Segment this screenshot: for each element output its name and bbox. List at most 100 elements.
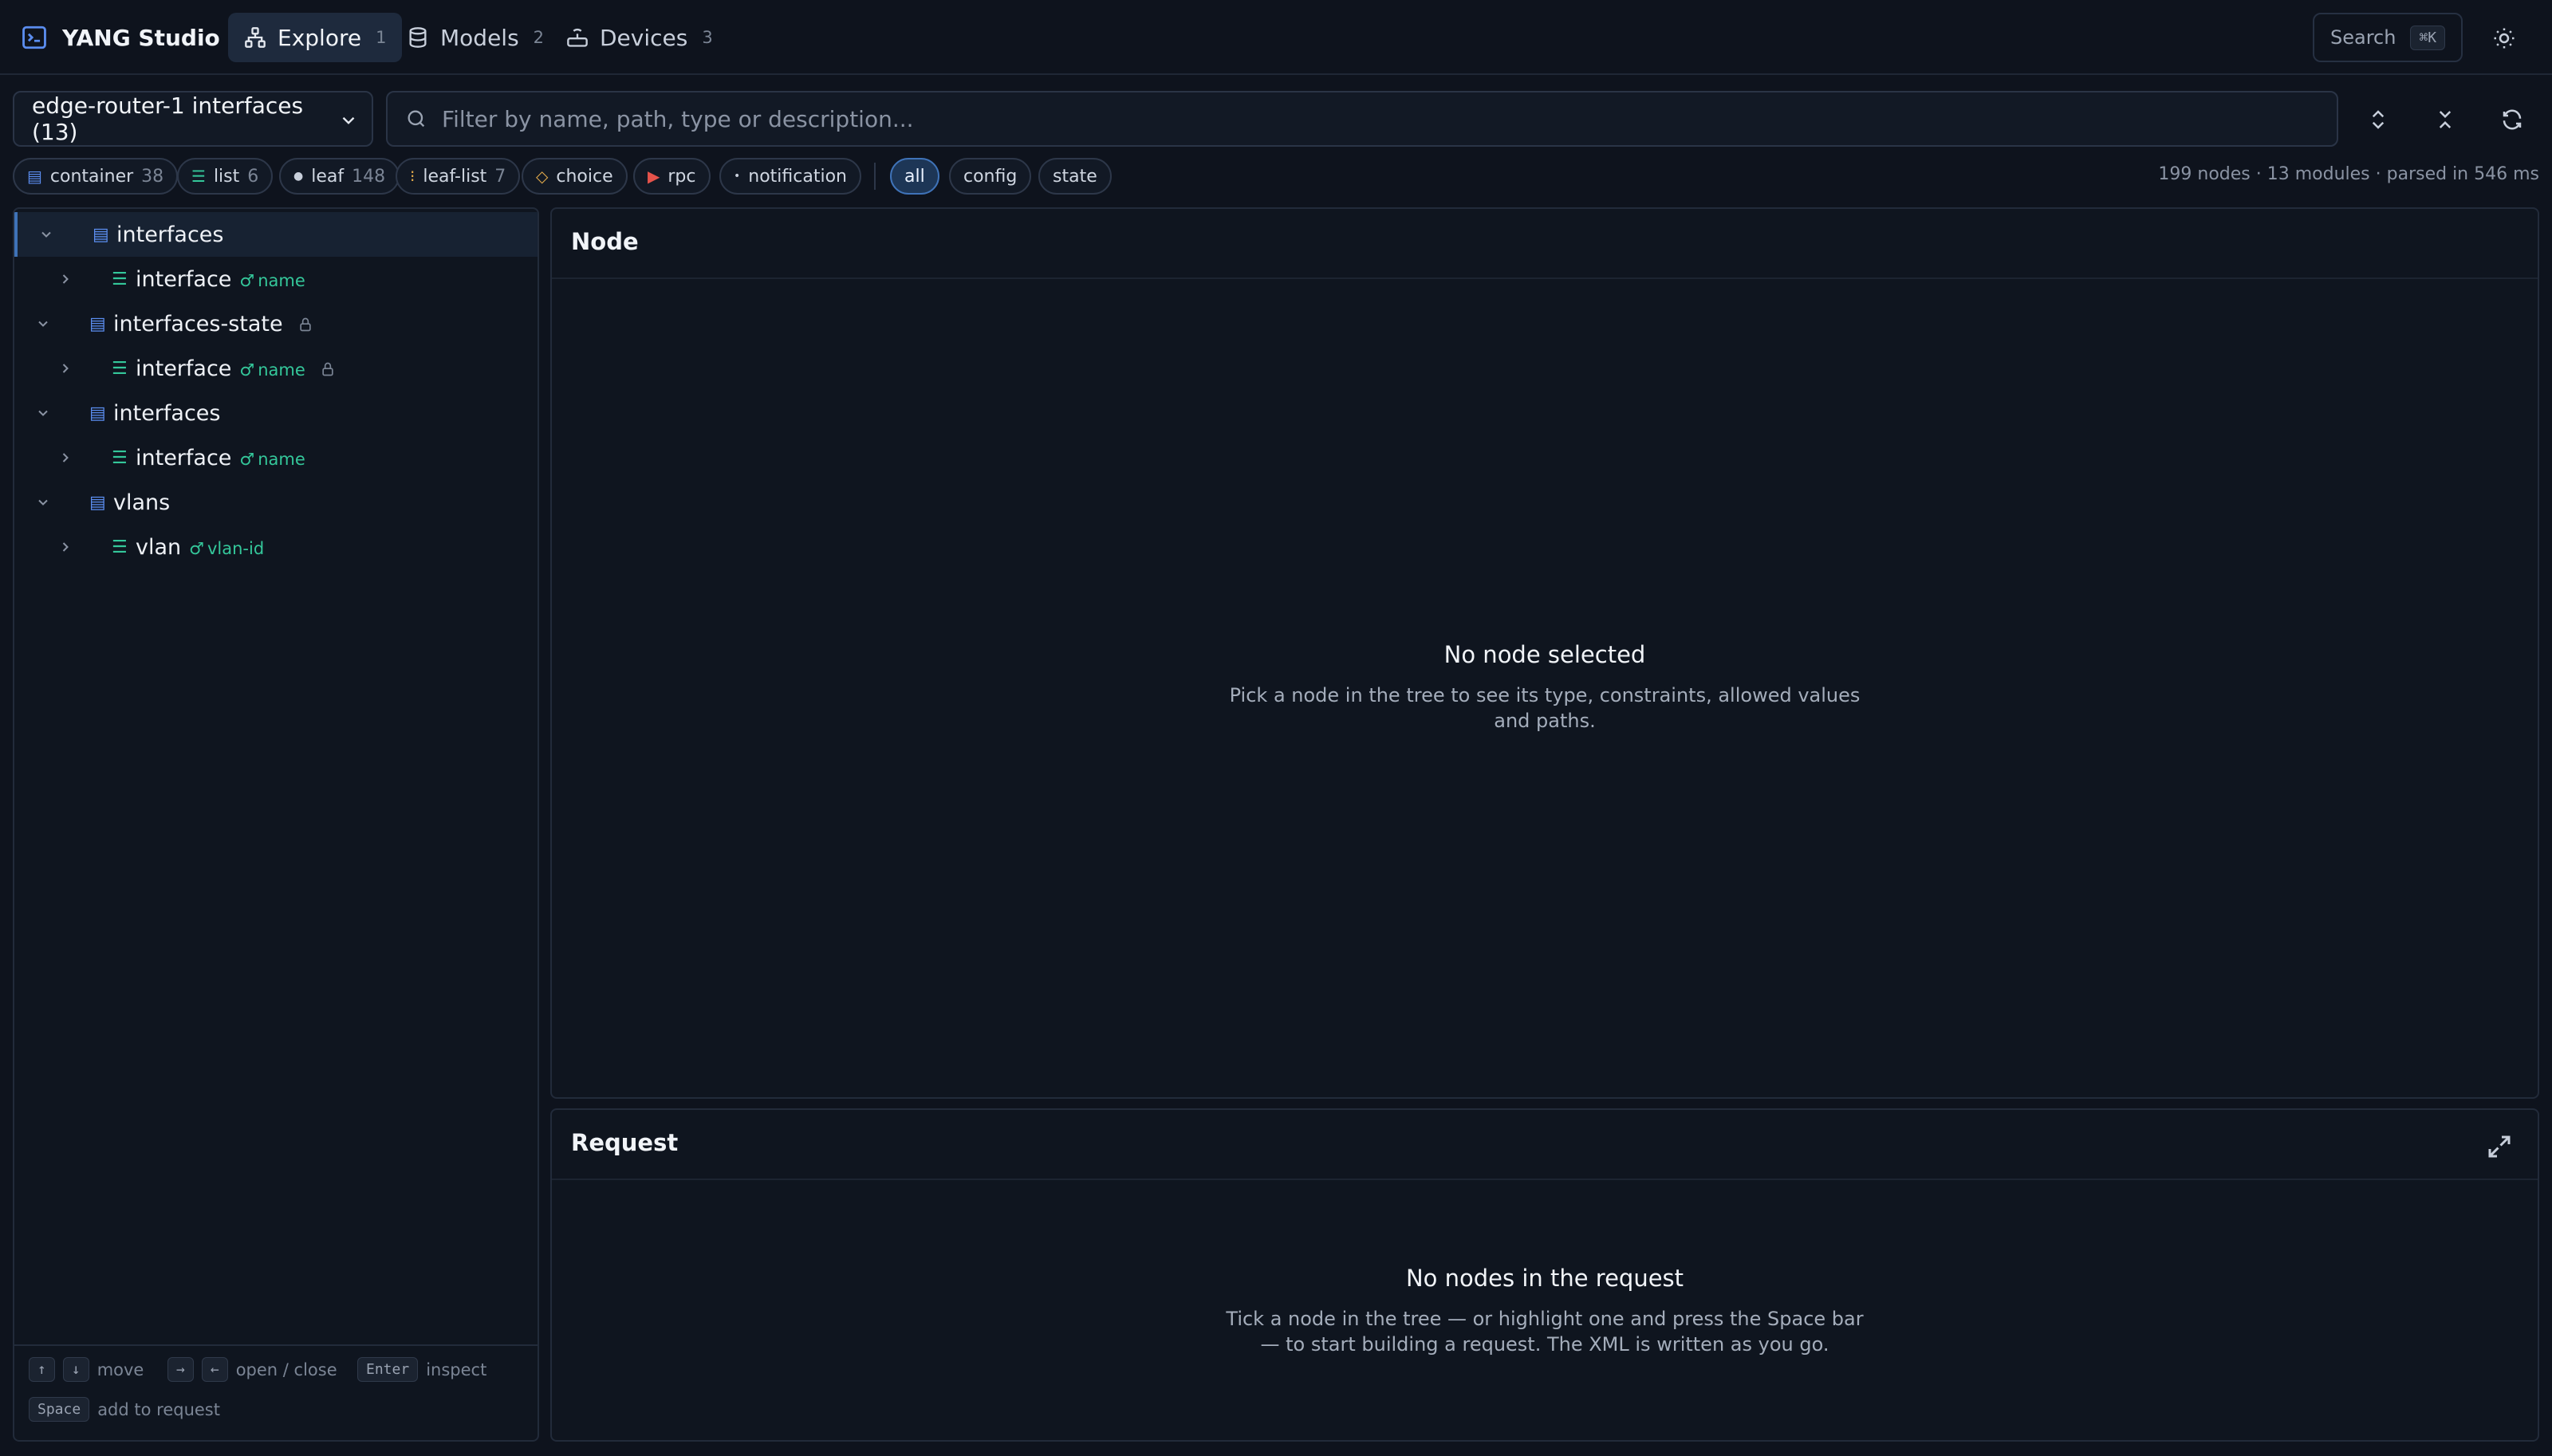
tree-row-interface[interactable]: ☰ interface ♂ name <box>14 435 538 480</box>
chip-container[interactable]: ▤ container 38 <box>13 158 179 195</box>
tree-row-interfaces[interactable]: ▤ interfaces <box>14 212 538 257</box>
chevron-right-icon[interactable] <box>56 448 75 467</box>
chip-list-label: list <box>213 166 240 187</box>
list-icon: ☰ <box>112 358 128 379</box>
empty-description-line: Pick a node in the tree to see its type,… <box>1229 684 1861 706</box>
chip-divider <box>874 163 876 190</box>
chip-choice-label: choice <box>556 166 613 187</box>
schema-tree: ▤ interfaces ☰ interface ♂ name ▤ interfac… <box>13 207 539 1442</box>
request-empty-state: No nodes in the request Tick a node in t… <box>552 1265 2538 1357</box>
filter-input[interactable] <box>442 105 2276 132</box>
empty-description-line: — to start building a request. The XML i… <box>1260 1333 1829 1356</box>
chevron-down-icon[interactable] <box>37 225 56 244</box>
maximize-icon[interactable] <box>2485 1132 2514 1161</box>
tab-devices[interactable]: Devices 3 <box>550 13 729 62</box>
tab-explore-label: Explore <box>278 24 362 51</box>
list-icon: ☰ <box>112 447 128 468</box>
brand[interactable]: YANG Studio <box>21 21 220 54</box>
network-icon <box>245 27 266 48</box>
chevron-right-icon[interactable] <box>56 270 75 289</box>
space-key: Space <box>29 1397 90 1422</box>
container-icon: ▤ <box>89 313 106 334</box>
expand-all-button[interactable] <box>2361 102 2396 137</box>
leaf-list-icon: ⁝ <box>410 167 415 186</box>
list-icon: ☰ <box>112 537 128 557</box>
chip-choice[interactable]: ◇ choice <box>522 158 628 195</box>
chip-leaf-count: 148 <box>352 166 386 187</box>
chip-state[interactable]: state <box>1038 158 1112 195</box>
search-button[interactable]: Search ⌘K <box>2313 13 2463 62</box>
chip-notification-label: notification <box>748 166 847 187</box>
chip-container-label: container <box>49 166 134 187</box>
node-panel: Node No node selected Pick a node in the… <box>550 207 2539 1099</box>
chip-notification[interactable]: • notification <box>719 158 861 195</box>
tree-row-vlan[interactable]: ☰ vlan ♂ vlan-id <box>14 525 538 569</box>
node-panel-title: Node <box>571 228 639 255</box>
filter-field[interactable] <box>386 91 2338 147</box>
tab-devices-label: Devices <box>600 24 688 51</box>
tab-explore[interactable]: Explore 1 <box>228 13 403 62</box>
chip-leaf-list[interactable]: ⁝ leaf-list 7 <box>396 158 521 195</box>
tree-row-label: vlans <box>113 490 171 515</box>
tab-models-count: 2 <box>533 28 545 47</box>
request-panel: Request No nodes in the request Tick a n… <box>550 1108 2539 1442</box>
hint-move: move <box>96 1360 144 1379</box>
chip-list[interactable]: ☰ list 6 <box>177 158 274 195</box>
chip-all[interactable]: all <box>890 158 939 195</box>
tree-row-interfaces[interactable]: ▤ interfaces <box>14 391 538 435</box>
tree-row-label: interfaces-state <box>113 311 283 336</box>
top-nav: YANG Studio Explore 1 Models 2 Devices 3… <box>0 0 2552 75</box>
lock-icon <box>300 317 311 332</box>
chevron-down-icon[interactable] <box>33 493 53 512</box>
key-icon: ♂ <box>239 360 255 380</box>
request-panel-title: Request <box>571 1129 679 1156</box>
notification-dot-icon: • <box>734 170 741 183</box>
divider <box>552 1179 2538 1180</box>
rpc-play-icon: ▶ <box>648 167 660 186</box>
chip-leaf[interactable]: ● leaf 148 <box>279 158 400 195</box>
key-icon: ♂ <box>239 270 255 290</box>
list-icon: ☰ <box>112 269 128 289</box>
tree-row-label: interfaces <box>116 222 224 247</box>
keyboard-hints: ↑ ↓ move → ← open / close Enter inspect … <box>14 1344 538 1440</box>
tab-models[interactable]: Models 2 <box>391 13 560 62</box>
chevron-right-icon[interactable] <box>56 537 75 557</box>
container-icon: ▤ <box>27 167 42 186</box>
theme-toggle-button[interactable] <box>2488 22 2520 54</box>
collapse-all-button[interactable] <box>2428 102 2463 137</box>
chevrons-down-up-icon <box>2439 111 2452 128</box>
chip-config[interactable]: config <box>949 158 1032 195</box>
chip-list-count: 6 <box>247 166 259 187</box>
tab-models-label: Models <box>440 24 519 51</box>
search-icon <box>408 110 425 128</box>
refresh-button[interactable] <box>2495 102 2530 137</box>
list-icon: ☰ <box>191 167 206 186</box>
hint-add-to-request: add to request <box>97 1399 220 1419</box>
source-select[interactable]: edge-router-1 interfaces (13) <box>13 91 373 147</box>
tree-row-interface[interactable]: ☰ interface ♂ name <box>14 257 538 301</box>
chevron-down-icon[interactable] <box>33 403 53 423</box>
chip-leaf-label: leaf <box>311 166 345 187</box>
tree-row-label: interfaces <box>113 400 221 426</box>
chip-rpc[interactable]: ▶ rpc <box>633 158 711 195</box>
chip-config-label: config <box>963 166 1018 187</box>
list-key-name: name <box>258 360 305 380</box>
database-icon <box>409 27 427 48</box>
enter-key: Enter <box>357 1357 419 1382</box>
tab-explore-count: 1 <box>376 28 387 47</box>
chevron-down-icon[interactable] <box>33 314 53 333</box>
tree-row-interfaces-state[interactable]: ▤ interfaces-state <box>14 301 538 346</box>
arrow-right-key: → <box>167 1357 194 1382</box>
arrow-left-key: ← <box>201 1357 228 1382</box>
container-icon: ▤ <box>89 492 106 513</box>
list-key-name: name <box>258 270 305 290</box>
chip-all-label: all <box>904 166 925 187</box>
chevron-right-icon[interactable] <box>56 359 75 378</box>
search-shortcut: ⌘K <box>2410 25 2446 50</box>
chip-leaf-list-count: 7 <box>494 166 506 187</box>
tree-row-interface[interactable]: ☰ interface ♂ name <box>14 346 538 391</box>
container-icon: ▤ <box>93 224 109 245</box>
empty-description-line: and paths. <box>1494 710 1596 732</box>
tree-row-vlans[interactable]: ▤ vlans <box>14 480 538 525</box>
arrow-down-key: ↓ <box>62 1357 89 1382</box>
